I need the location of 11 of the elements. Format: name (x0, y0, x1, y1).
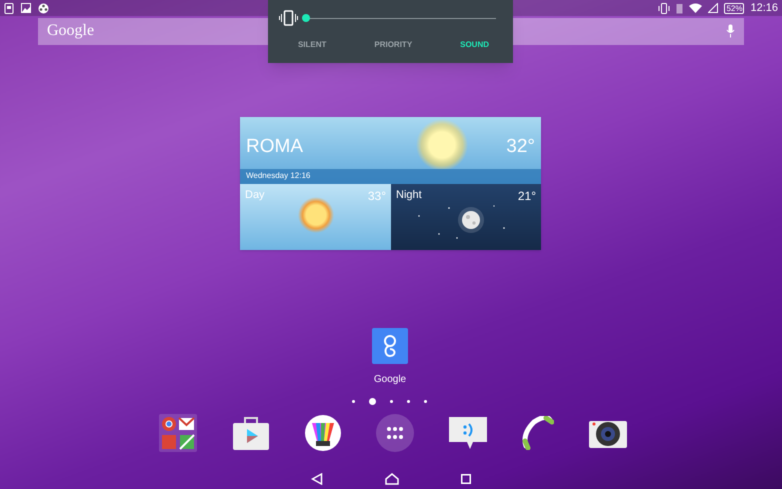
day-temperature: 33° (368, 188, 386, 205)
battery-level: 52% (724, 2, 744, 14)
temperature: 32° (506, 134, 535, 159)
night-label: Night (396, 188, 422, 203)
search-label: Google (47, 21, 94, 42)
day-label: Day (245, 188, 265, 203)
night-temperature: 21° (518, 188, 536, 205)
city-name: ROMA (246, 134, 303, 159)
clock: 12:16 (750, 0, 778, 16)
app-label: Google (374, 372, 406, 387)
date-time: Wednesday 12:16 (246, 170, 310, 182)
